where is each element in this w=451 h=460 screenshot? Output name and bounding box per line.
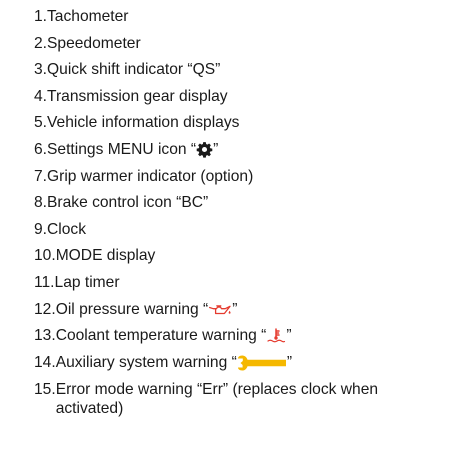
item-number: 4. — [34, 87, 48, 105]
list-item: 8. Brake control icon “BC” — [34, 190, 444, 217]
item-text-before: Auxiliary system warning “ — [55, 353, 237, 371]
legend-list: 1. Tachometer 2. Speedometer 3. Quick sh… — [34, 4, 444, 418]
list-item: 9. Clock — [34, 217, 444, 244]
item-text: Grip warmer indicator (option) — [47, 167, 254, 185]
item-text-before: Coolant temperature warning “ — [55, 327, 267, 345]
list-item: 5. Vehicle information displays — [34, 110, 444, 137]
list-item: 13. Coolant temperature warning “ ” — [34, 323, 444, 350]
list-item: 11. Lap timer — [34, 270, 444, 297]
list-item: 15. Error mode warning “Err” (replaces c… — [34, 376, 444, 418]
item-number: 10. — [34, 247, 56, 265]
item-text: Vehicle information displays — [47, 114, 240, 132]
oil-can-icon — [208, 303, 232, 316]
item-text-before: Oil pressure warning “ — [55, 300, 209, 318]
item-number: 2. — [34, 34, 48, 52]
coolant-thermometer-icon — [266, 328, 286, 344]
item-text-before: Settings MENU icon “ — [47, 140, 197, 158]
item-number: 12. — [34, 300, 56, 318]
list-item: 14. Auxiliary system warning “ ” — [34, 350, 444, 377]
item-text-after: ” — [286, 327, 292, 345]
item-number: 6. — [34, 140, 48, 158]
list-item: 4. Transmission gear display — [34, 84, 444, 111]
item-text-after: ” — [286, 353, 293, 371]
wrench-icon — [237, 355, 287, 371]
item-text: MODE display — [55, 247, 156, 265]
list-item: 6. Settings MENU icon “ ” — [34, 137, 444, 164]
item-text: Error mode warning “Err” (replaces clock… — [55, 381, 379, 418]
item-number: 11. — [34, 273, 55, 291]
item-text: Oil pressure warning “ ” — [56, 297, 444, 324]
item-text: Auxiliary system warning “ ” — [56, 350, 444, 377]
list-item: 7. Grip warmer indicator (option) — [34, 164, 444, 191]
item-number: 3. — [34, 61, 48, 79]
list-item: 2. Speedometer — [34, 31, 444, 58]
item-text: Speedometer — [47, 34, 141, 52]
item-number: 13. — [34, 327, 56, 345]
gear-icon — [196, 141, 213, 158]
item-text: Tachometer — [47, 8, 129, 25]
list-item: 12. Oil pressure warning “ ” — [34, 297, 444, 324]
item-text-after: ” — [232, 300, 238, 318]
item-text: Transmission gear display — [47, 87, 228, 105]
item-number: 7. — [34, 167, 48, 185]
item-number: 9. — [34, 220, 48, 238]
item-text: Settings MENU icon “ ” — [47, 137, 444, 164]
item-number: 14. — [34, 353, 56, 371]
item-text: Brake control icon “BC” — [47, 194, 209, 212]
item-text: Coolant temperature warning “ ” — [56, 323, 444, 350]
item-number: 5. — [34, 114, 48, 132]
list-item: 10. MODE display — [34, 243, 444, 270]
item-text-after: ” — [213, 140, 219, 158]
item-number: 1. — [34, 8, 48, 25]
list-item: 3. Quick shift indicator “QS” — [34, 57, 444, 84]
item-text: Clock — [47, 220, 87, 238]
item-number: 15. — [34, 381, 56, 399]
item-number: 8. — [34, 194, 48, 212]
item-text: Quick shift indicator “QS” — [47, 61, 221, 79]
item-text: Lap timer — [54, 273, 120, 291]
list-item: 1. Tachometer — [34, 4, 444, 31]
